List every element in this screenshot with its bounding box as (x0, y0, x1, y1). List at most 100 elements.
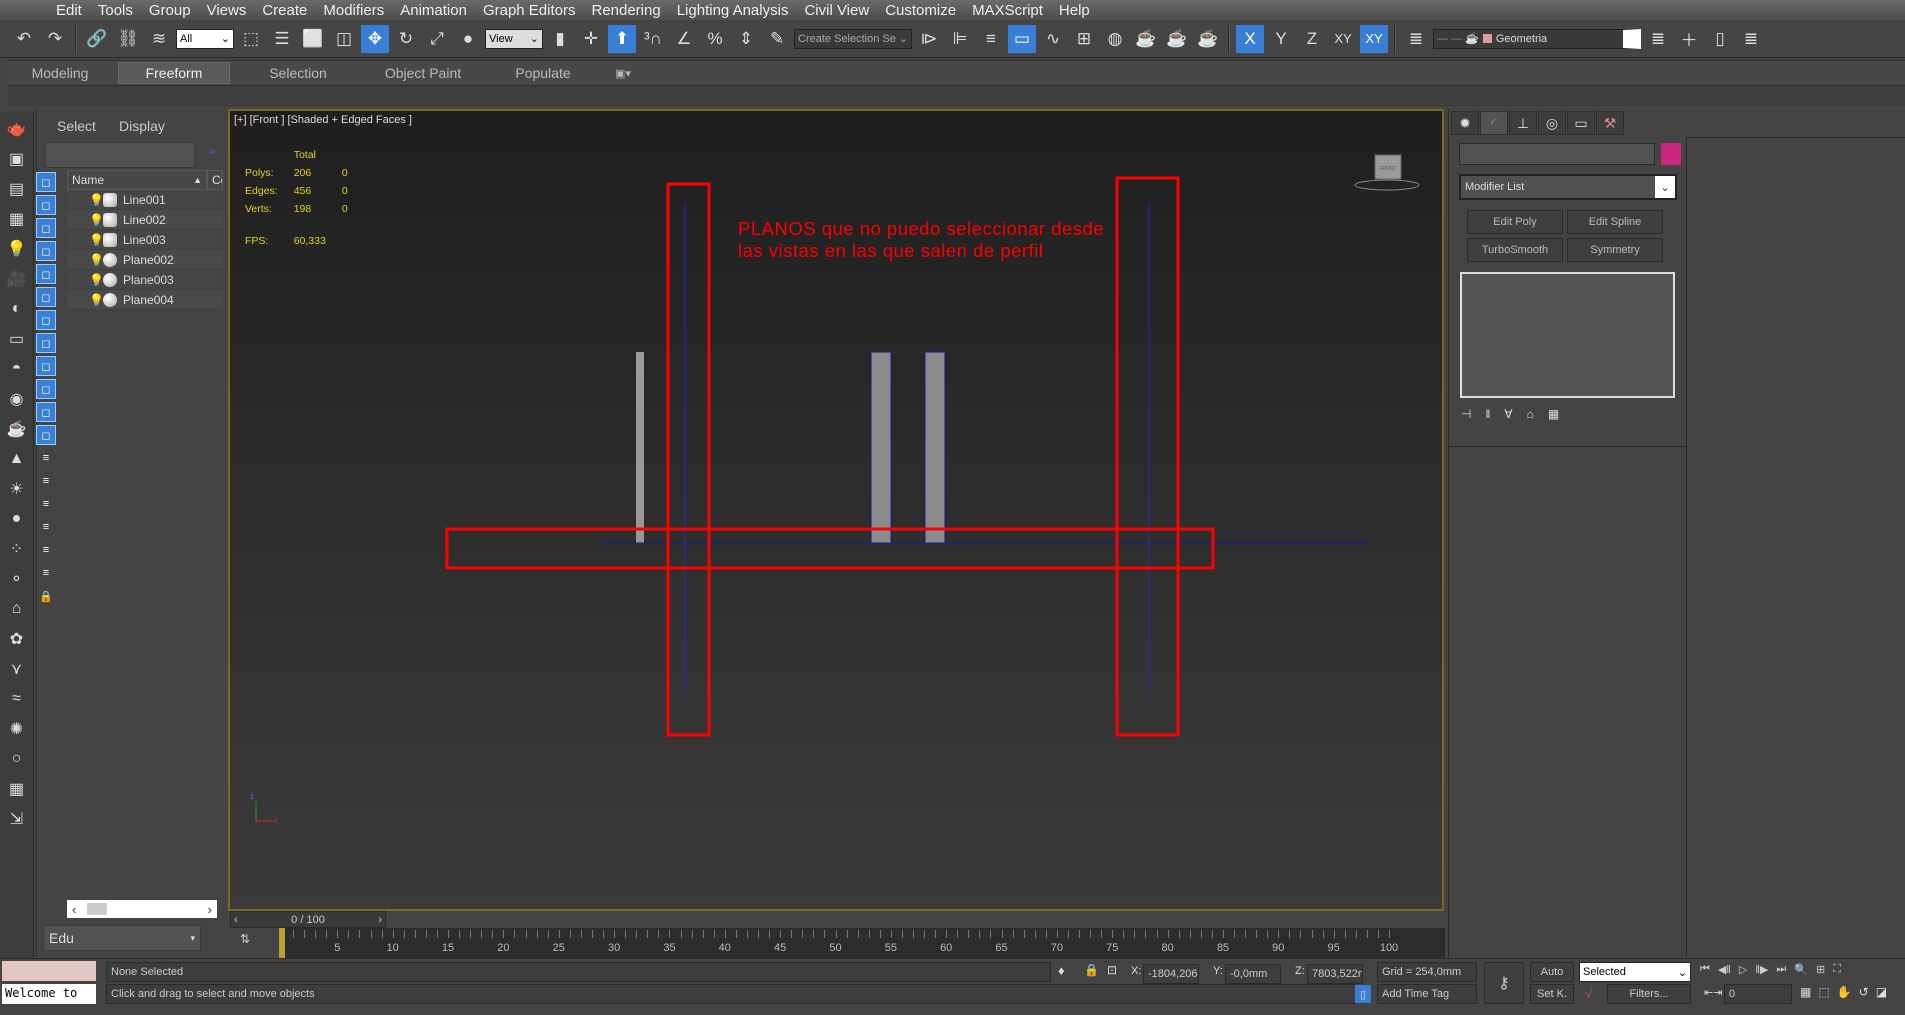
menu-maxscript[interactable]: MAXScript (972, 2, 1057, 19)
particles-icon[interactable]: ⁘ (4, 536, 30, 562)
zoom-all-icon[interactable]: ⊞ (1816, 963, 1825, 976)
filter-geometry-icon[interactable]: ◻ (36, 172, 56, 192)
render-frame-icon[interactable]: ▣ (4, 146, 30, 172)
skylight-icon[interactable]: ● (4, 506, 30, 532)
visibility-bulb-icon[interactable]: 💡 (89, 233, 104, 247)
cloth-icon[interactable]: ⌂ (4, 596, 30, 622)
zoom-extents-icon[interactable]: ⛶ (1833, 963, 1841, 976)
edit-named-selection-icon[interactable]: ✎ (763, 25, 791, 53)
hair-fur-icon[interactable]: ≈ (4, 686, 30, 712)
column-header-name[interactable]: Name ▲ (67, 170, 207, 190)
menu-customize[interactable]: Customize (885, 2, 970, 19)
hair-scatter-icon[interactable]: ✿ (4, 626, 30, 652)
configure-modifier-sets-icon[interactable]: ▦ (1548, 407, 1559, 421)
menu-modifiers[interactable]: Modifiers (323, 2, 398, 19)
orbit-icon[interactable]: ↺ (1859, 985, 1869, 999)
column-header-color[interactable]: Co (207, 170, 223, 190)
toggle-ribbon-icon[interactable]: ▭ (1008, 24, 1036, 53)
explorer-row[interactable]: 💡 Plane002 (67, 250, 223, 270)
plane-object-right[interactable] (924, 351, 946, 544)
named-selection-dropdown[interactable]: Create Selection Se ⌄ (794, 28, 912, 49)
field-of-view-icon[interactable]: ⬚ (1818, 985, 1829, 999)
explorer-row[interactable]: 💡 Line003 (67, 230, 223, 250)
timeline-track[interactable]: 0510152025303540455055606570758085909510… (279, 928, 1445, 960)
utilities-tab-icon[interactable]: ⚒ (1596, 111, 1624, 135)
object-color-swatch[interactable] (1661, 143, 1681, 165)
menu-help[interactable]: Help (1059, 2, 1104, 19)
axis-z-button[interactable]: Z (1298, 25, 1326, 53)
percent-snap-icon[interactable]: % (701, 25, 729, 53)
explorer-row[interactable]: 💡 Line002 (67, 210, 223, 230)
object-name-input[interactable] (1459, 143, 1655, 165)
visibility-bulb-icon[interactable]: 💡 (89, 213, 104, 227)
time-config-icon[interactable]: ▦ (1800, 985, 1811, 999)
filter-invert-icon[interactable]: ≡ (36, 494, 56, 514)
dome-icon[interactable]: ◓ (4, 356, 30, 382)
create-layer-icon[interactable]: ≣ (1644, 25, 1672, 53)
spotlight-icon[interactable]: ▲ (4, 446, 30, 472)
curve-editor-icon[interactable]: ∿ (1039, 25, 1067, 53)
sun-icon[interactable]: ☀ (4, 476, 30, 502)
window-crossing-icon[interactable]: ◫ (330, 25, 358, 53)
menu-create[interactable]: Create (262, 2, 321, 19)
listener-icon[interactable]: ▤ (4, 176, 30, 202)
modify-tab-icon[interactable]: ◜ (1480, 111, 1508, 135)
tab-freeform[interactable]: Freeform (118, 62, 230, 84)
x-coordinate-input[interactable]: -1804,206r (1143, 964, 1199, 984)
filter-hierarchy-icon[interactable]: ≡ (36, 563, 56, 583)
spreadsheet-icon[interactable]: ▦ (4, 206, 30, 232)
camera-sequencer-icon[interactable]: ◐ (4, 296, 30, 322)
maximize-viewport-icon[interactable]: ◪ (1876, 985, 1887, 999)
goto-end-icon[interactable]: ⏭ (1776, 963, 1786, 976)
y-coordinate-input[interactable]: -0,0mm (1225, 964, 1281, 984)
visibility-bulb-icon[interactable]: 💡 (89, 253, 104, 267)
maxscript-listener-output[interactable] (2, 961, 96, 981)
pivot-center-icon[interactable]: ▮ (546, 25, 574, 53)
filter-bones-icon[interactable]: ◻ (36, 356, 56, 376)
light-lister-icon[interactable]: 💡 (4, 236, 30, 262)
edit-poly-button[interactable]: Edit Poly (1467, 210, 1563, 234)
filter-none-icon[interactable]: ≡ (36, 471, 56, 491)
current-frame-input[interactable]: 0 (1724, 984, 1792, 1004)
filter-helpers-icon[interactable]: ◻ (36, 264, 56, 284)
auto-key-button[interactable]: Auto (1530, 962, 1574, 982)
absolute-mode-icon[interactable]: ⊡ (1107, 963, 1117, 977)
menu-graph-editors[interactable]: Graph Editors (483, 2, 590, 19)
filter-space-warps-icon[interactable]: ◻ (36, 287, 56, 307)
show-end-result-icon[interactable]: ‖ (1485, 407, 1490, 421)
visibility-bulb-icon[interactable]: 💡 (89, 193, 104, 207)
key-mode-icon[interactable]: ⇤⇥ (1704, 986, 1722, 999)
menu-rendering[interactable]: Rendering (591, 2, 674, 19)
rotate-icon[interactable]: ↻ (392, 25, 420, 53)
select-move-icon[interactable]: ✥ (361, 24, 389, 53)
default-tangent-icon[interactable]: √ (1585, 986, 1592, 1001)
manage-layers-icon[interactable]: ≣ (1402, 25, 1430, 53)
placement-icon[interactable]: ● (454, 25, 482, 53)
filter-shapes-icon[interactable]: ◻ (36, 195, 56, 215)
explorer-row[interactable]: 💡 Line001 (67, 190, 223, 210)
menu-animation[interactable]: Animation (400, 2, 481, 19)
filter-xrefs-icon[interactable]: ◻ (36, 333, 56, 353)
snaps-toggle-icon[interactable]: ³∩ (639, 25, 667, 53)
filter-groups-icon[interactable]: ◻ (36, 310, 56, 330)
create-tab-icon[interactable]: ✹ (1451, 111, 1479, 135)
front-viewport[interactable]: [+] [Front ] [Shaded + Edged Faces ] Tot… (228, 109, 1444, 911)
schematic-view-icon[interactable]: ⊞ (1070, 25, 1098, 53)
select-in-layer-icon[interactable]: ▯ (1706, 25, 1734, 53)
select-object-icon[interactable]: ⬚ (237, 25, 265, 53)
add-to-layer-icon[interactable]: ＋ (1675, 25, 1703, 53)
key-filter-dropdown[interactable]: Selected ⌄ (1579, 962, 1691, 982)
zoom-icon[interactable]: 🔍 (1794, 963, 1808, 976)
align-icon[interactable]: ⊫ (946, 25, 974, 53)
next-key-icon[interactable]: ‖▶ (1755, 963, 1768, 976)
explorer-row[interactable]: 💡 Plane004 (67, 290, 223, 310)
teapot-mesh-icon[interactable]: ☕ (4, 416, 30, 442)
undo-icon[interactable]: ↶ (10, 25, 38, 53)
menu-views[interactable]: Views (207, 2, 261, 19)
plane-object-left[interactable] (870, 351, 892, 544)
visibility-bulb-icon[interactable]: 💡 (89, 273, 104, 287)
batch-render-icon[interactable]: ▦ (4, 776, 30, 802)
menu-edit[interactable]: Edit (56, 2, 96, 19)
filter-cameras-icon[interactable]: ◻ (36, 241, 56, 261)
remove-modifier-icon[interactable]: ⌂ (1527, 407, 1534, 421)
